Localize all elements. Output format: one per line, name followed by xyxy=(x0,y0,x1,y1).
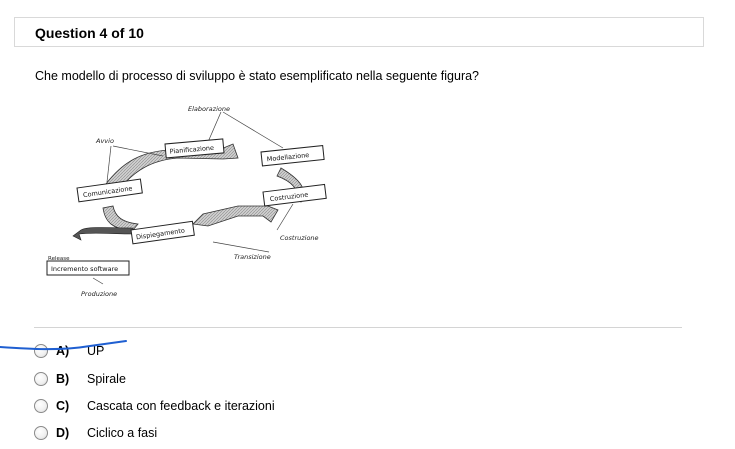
radio-button-d[interactable] xyxy=(34,426,48,440)
cycle-arrow-bottom xyxy=(192,205,279,227)
phase-label-costruzione: Costruzione xyxy=(280,234,319,242)
phase-label-elaborazione: Elaborazione xyxy=(188,105,230,113)
answer-option-c[interactable]: C) Cascata con feedback e iterazioni xyxy=(34,397,434,417)
question-text: Che modello di processo di sviluppo è st… xyxy=(35,69,480,83)
radio-button-c[interactable] xyxy=(34,399,48,413)
radio-button-b[interactable] xyxy=(34,372,48,386)
answer-text: Spirale xyxy=(87,372,126,386)
answer-option-b[interactable]: B) Spirale xyxy=(34,370,434,390)
answer-letter: C) xyxy=(56,399,70,413)
phase-label-produzione: Produzione xyxy=(81,290,117,298)
phase-label-transizione: Transizione xyxy=(234,253,271,261)
process-diagram-figure: Elaborazione Avvio Costruzione Transizio… xyxy=(33,100,358,301)
answer-text: Cascata con feedback e iterazioni xyxy=(87,399,275,413)
answer-text: Ciclico a fasi xyxy=(87,426,158,440)
question-header: Question 4 of 10 xyxy=(14,17,704,47)
answer-text: UP xyxy=(87,344,105,358)
answer-option-d[interactable]: D) Ciclico a fasi xyxy=(34,424,434,444)
radio-button-a[interactable] xyxy=(34,344,48,358)
release-arrow xyxy=(72,227,134,241)
cycle-arrow-left xyxy=(102,205,139,231)
answer-letter: A) xyxy=(56,344,70,358)
answer-letter: D) xyxy=(56,426,70,440)
phase-label-avvio: Avvio xyxy=(95,137,114,145)
answer-option-a[interactable]: A) UP xyxy=(34,342,434,362)
divider xyxy=(34,327,682,328)
question-counter: Question 4 of 10 xyxy=(35,25,144,41)
answer-letter: B) xyxy=(56,372,70,386)
activity-incremento-software: Incremento software xyxy=(51,265,118,273)
